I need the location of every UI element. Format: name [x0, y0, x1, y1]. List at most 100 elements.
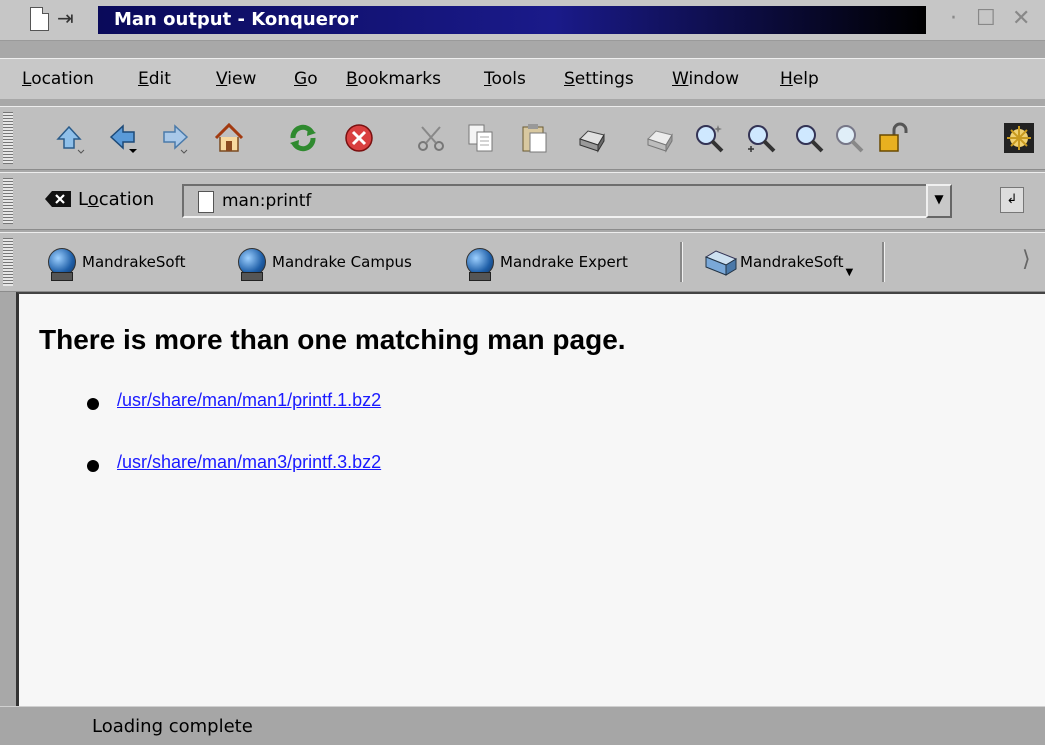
title-bar: ⇥ Man output - Konqueror · ☐ ✕ [0, 0, 1045, 41]
print-frame-icon [647, 130, 673, 153]
bookmark-mandrake-expert[interactable]: Mandrake Expert [466, 246, 628, 281]
list-item: /usr/share/man/man1/printf.1.bz2 [87, 390, 381, 452]
paste-icon [522, 124, 547, 153]
bookmark-label: Mandrake Campus [272, 253, 412, 271]
menu-settings-rest: ettings [574, 69, 634, 89]
bookmark-mandrake-campus[interactable]: Mandrake Campus [238, 246, 412, 281]
globe-icon [48, 248, 76, 281]
zoom-in-button[interactable] [742, 121, 780, 155]
bookmark-toolbar-handle[interactable] [3, 238, 13, 286]
page-icon [198, 191, 214, 213]
window-menu-icon[interactable] [30, 7, 49, 31]
security-lock-icon [879, 122, 908, 152]
zoom-reset-icon [836, 125, 864, 153]
globe-icon [466, 248, 494, 281]
copy-button[interactable] [462, 121, 500, 155]
menu-location-key: L [22, 69, 32, 89]
forward-icon [163, 124, 189, 154]
bookmark-mandrakesoft[interactable]: MandrakeSoft [48, 246, 186, 281]
cut-button[interactable] [412, 121, 450, 155]
maximize-button[interactable]: ☐ [976, 6, 996, 32]
up-button[interactable] [50, 121, 88, 155]
menu-help[interactable]: Help [780, 69, 819, 89]
copy-icon [468, 124, 493, 152]
print-button[interactable] [572, 121, 610, 155]
location-value: man:printf [222, 191, 312, 211]
location-input[interactable]: man:printf ▼ [182, 184, 952, 218]
bookmark-toolbar: MandrakeSoft Mandrake Campus Mandrake Ex… [0, 232, 1045, 292]
menu-view-rest: iew [227, 69, 257, 89]
main-toolbar [0, 106, 1045, 170]
find-button[interactable] [690, 121, 728, 155]
forward-button[interactable] [156, 121, 194, 155]
security-button[interactable] [874, 121, 912, 155]
up-icon [56, 125, 85, 154]
location-label-start: L [78, 189, 88, 210]
konqueror-logo [1000, 121, 1038, 155]
stop-button[interactable] [340, 121, 378, 155]
menu-tools[interactable]: Tools [484, 69, 526, 89]
menu-window-key: W [672, 69, 689, 89]
list-item: /usr/share/man/man3/printf.3.bz2 [87, 452, 381, 514]
menu-view[interactable]: View [216, 69, 256, 89]
menu-settings[interactable]: Settings [564, 69, 634, 89]
man-page-link[interactable]: /usr/share/man/man1/printf.1.bz2 [117, 390, 381, 410]
close-button[interactable]: ✕ [1012, 6, 1030, 32]
toolbar-handle[interactable] [3, 112, 13, 164]
menu-bar: Location Edit View Go Bookmarks Tools Se… [0, 58, 1045, 99]
back-button[interactable] [104, 121, 142, 155]
menu-window[interactable]: Window [672, 69, 739, 89]
home-button[interactable] [210, 121, 248, 155]
reload-icon [290, 124, 316, 152]
konqueror-logo-icon [1004, 123, 1034, 153]
menu-location[interactable]: Location [22, 69, 94, 89]
go-button[interactable]: ↲ [1000, 187, 1024, 213]
home-icon [214, 122, 244, 152]
menu-window-rest: indow [688, 69, 740, 89]
menu-go-rest: o [307, 69, 318, 89]
bookmark-folder-mandrakesoft[interactable]: MandrakeSoft ▼ [704, 246, 853, 278]
menu-go-key: G [294, 69, 308, 89]
menu-help-rest: elp [792, 69, 819, 89]
menu-edit[interactable]: Edit [138, 69, 171, 89]
back-icon [109, 124, 137, 153]
menu-go[interactable]: Go [294, 69, 318, 89]
bookmark-label: MandrakeSoft [82, 253, 186, 271]
bullet-icon [87, 398, 99, 410]
print-frame-button[interactable] [640, 121, 678, 155]
location-label: Location [78, 189, 154, 210]
location-toolbar: Location man:printf ▼ ↲ [0, 172, 1045, 230]
menu-bookmarks[interactable]: Bookmarks [346, 69, 441, 89]
stop-icon [345, 124, 373, 152]
bookmark-label: MandrakeSoft [740, 253, 844, 271]
find-icon [696, 125, 724, 153]
menu-tools-key: T [484, 69, 492, 89]
location-label-key: o [87, 189, 99, 210]
zoom-reset-button[interactable] [830, 121, 868, 155]
globe-icon [238, 248, 266, 281]
zoom-out-icon [796, 125, 824, 153]
menu-view-key: V [216, 69, 228, 89]
page-heading: There is more than one matching man page… [39, 324, 626, 355]
man-page-link[interactable]: /usr/share/man/man3/printf.3.bz2 [117, 452, 381, 472]
minimize-button[interactable]: · [950, 6, 957, 32]
reload-button[interactable] [284, 121, 322, 155]
folder-icon [704, 250, 738, 276]
paste-button[interactable] [516, 121, 554, 155]
zoom-out-button[interactable] [790, 121, 828, 155]
menu-settings-key: S [564, 69, 575, 89]
bullet-icon [87, 460, 99, 472]
menu-tools-rest: ools [491, 69, 526, 89]
print-icon [579, 130, 605, 153]
bookmark-separator [680, 242, 683, 282]
menu-bookmarks-key: B [346, 69, 358, 89]
clear-location-icon[interactable] [44, 190, 72, 208]
location-toolbar-handle[interactable] [3, 178, 13, 224]
bookmark-label: Mandrake Expert [500, 253, 628, 271]
menu-help-key: H [780, 69, 793, 89]
pin-icon[interactable]: ⇥ [57, 6, 74, 30]
zoom-in-icon [748, 125, 776, 153]
location-history-dropdown[interactable]: ▼ [926, 184, 952, 218]
menu-edit-key: E [138, 69, 149, 89]
chevron-right-icon[interactable]: ⟩ [1022, 247, 1031, 272]
